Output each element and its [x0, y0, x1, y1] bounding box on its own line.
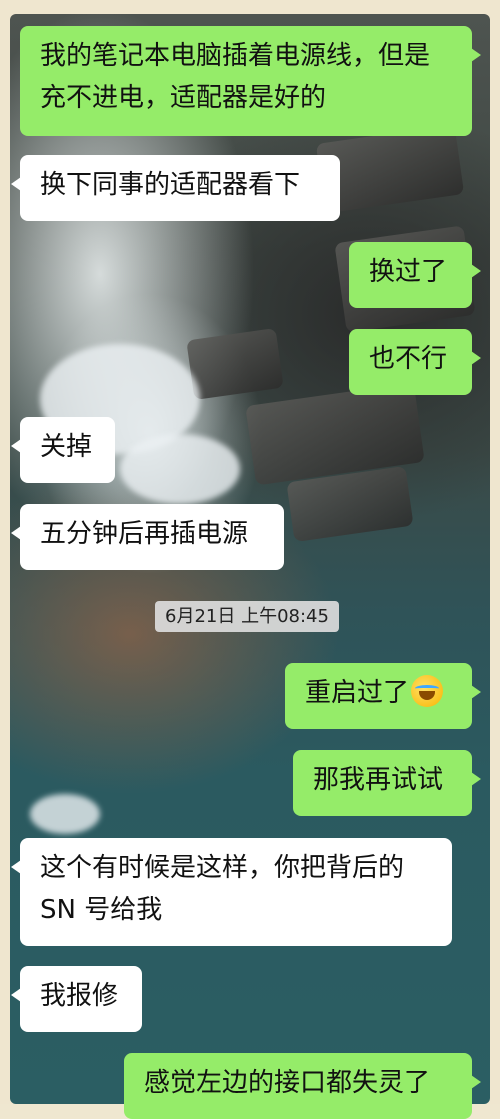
chat-timestamp: 6月21日 上午08:45 — [155, 601, 339, 632]
chat-bubble-received[interactable]: 这个有时候是这样，你把背后的SN 号给我 — [11, 838, 452, 946]
crying-laughing-emoji-icon — [411, 675, 444, 707]
message-text: 这个有时候是这样，你把背后的SN 号给我 — [40, 853, 405, 925]
message-text: 关掉 — [40, 432, 93, 462]
message-text: 重启过了 — [305, 678, 410, 708]
message-text: 那我再试试 — [313, 765, 444, 795]
chat-bubble-sent[interactable]: 也不行 — [349, 329, 481, 395]
message-text: 换下同事的适配器看下 — [40, 170, 301, 200]
chat-bubble-received[interactable]: 关掉 — [11, 417, 115, 483]
chat-bubble-received[interactable]: 五分钟后再插电源 — [11, 504, 284, 570]
message-text: 我报修 — [40, 981, 119, 1011]
background-foam — [120, 434, 240, 504]
chat-bubble-sent[interactable]: 感觉左边的接口都失灵了 — [124, 1053, 481, 1119]
chat-bubble-sent[interactable]: 换过了 — [349, 242, 481, 308]
chat-bubble-received[interactable]: 我报修 — [11, 966, 142, 1032]
chat-bubble-sent[interactable]: 我的笔记本电脑插着电源线，但是充不进电，适配器是好的 — [20, 26, 481, 136]
background-rock — [186, 328, 284, 400]
chat-bubble-sent[interactable]: 那我再试试 — [293, 750, 481, 816]
message-text: 五分钟后再插电源 — [40, 519, 249, 549]
message-text: 换过了 — [369, 257, 448, 287]
message-text: 我的笔记本电脑插着电源线，但是充不进电，适配器是好的 — [40, 41, 431, 113]
chat-bubble-sent[interactable]: 重启过了 — [285, 663, 481, 729]
chat-bubble-received[interactable]: 换下同事的适配器看下 — [11, 155, 340, 221]
message-text: 也不行 — [369, 344, 448, 374]
message-text: 感觉左边的接口都失灵了 — [144, 1068, 431, 1098]
background-foam — [30, 794, 100, 834]
